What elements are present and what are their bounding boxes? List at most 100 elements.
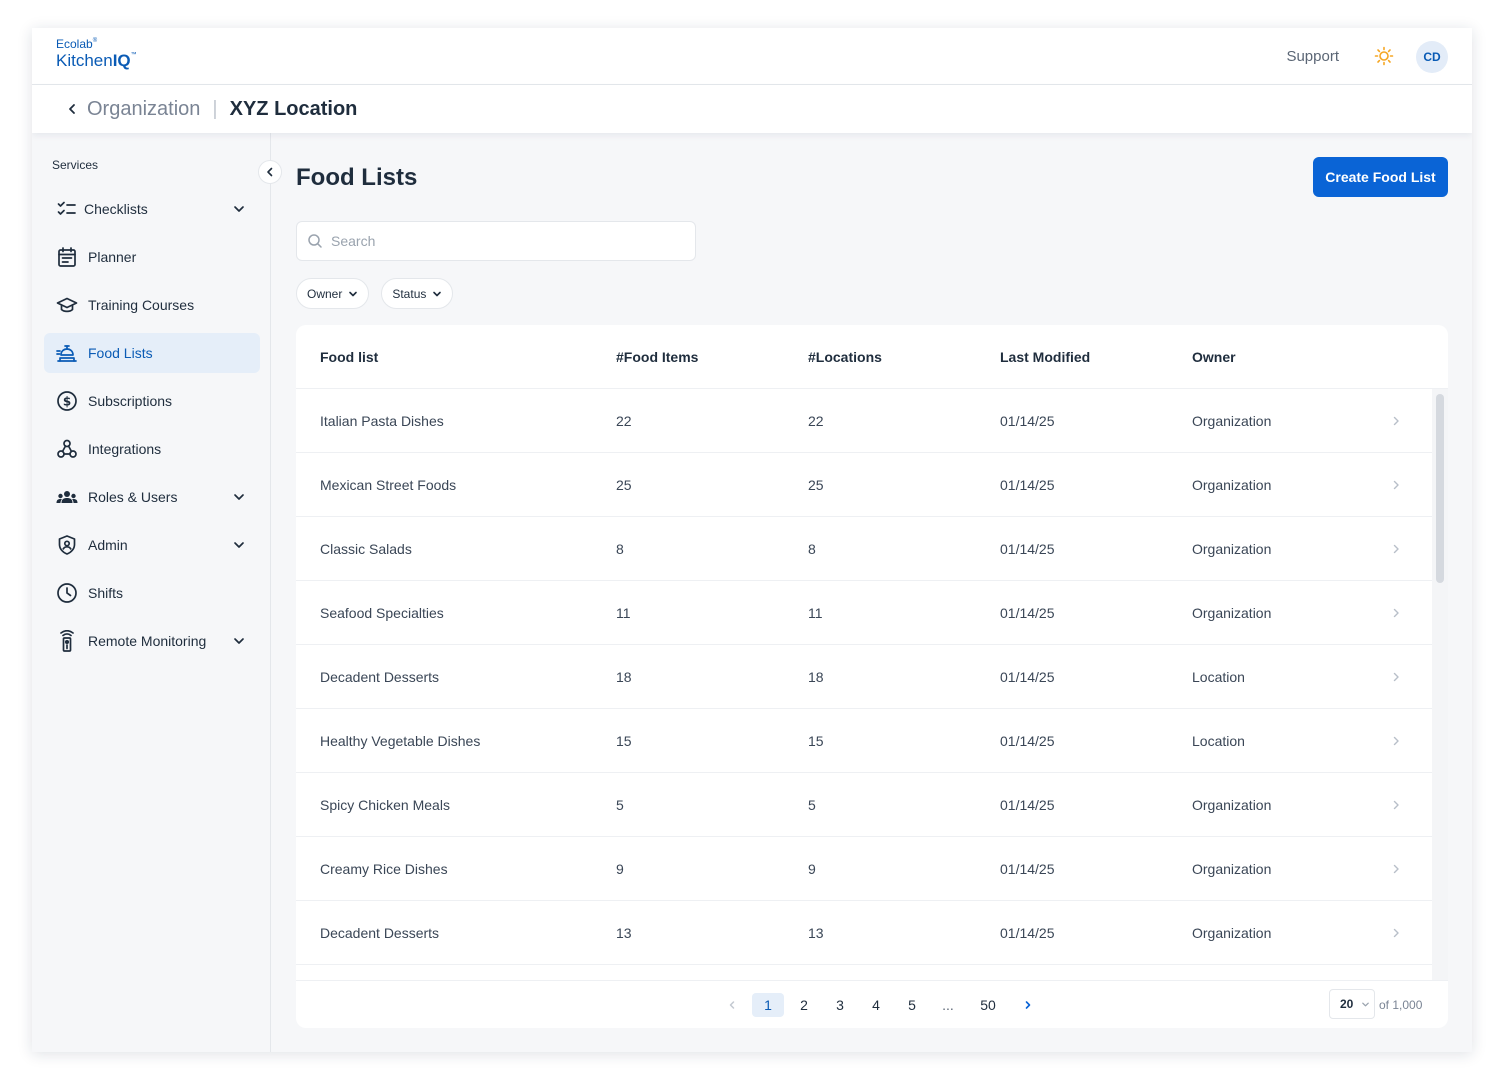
main-content: Food Lists Create Food List Owner Status… (272, 133, 1472, 1052)
page-button-2[interactable]: 2 (788, 993, 820, 1017)
breadcrumb-current: XYZ Location (229, 97, 358, 120)
sidebar-item-admin[interactable]: Admin (44, 525, 260, 565)
sidebar-item-subscriptions[interactable]: $ Subscriptions (44, 381, 260, 421)
table-row[interactable]: Healthy Vegetable Dishes 15 15 01/14/25 Loca… (296, 709, 1432, 773)
create-food-list-button[interactable]: Create Food List (1313, 157, 1448, 197)
rows-per-page-select[interactable]: 20 (1329, 989, 1375, 1019)
cell-food-items: 22 (616, 413, 632, 429)
food-lists-table: Food list #Food Items #Locations Last Mo… (296, 325, 1448, 1028)
owner-filter[interactable]: Owner (296, 278, 370, 309)
column-header-owner[interactable]: Owner (1192, 349, 1236, 365)
chevron-down-icon (234, 542, 244, 548)
cell-owner: Organization (1192, 925, 1272, 941)
cell-food-list: Mexican Street Foods (320, 477, 457, 493)
sidebar-item-checklists[interactable]: Checklists (44, 189, 260, 229)
prev-page-button[interactable] (716, 993, 748, 1017)
sidebar-nav: Checklists Planner Training Courses Food… (44, 189, 260, 669)
status-filter[interactable]: Status (381, 278, 454, 309)
table-body: Italian Pasta Dishes 22 22 01/14/25 Organiza… (296, 389, 1432, 980)
cell-locations: 22 (808, 413, 824, 429)
sidebar: Services Checklists Planner Training Cou… (32, 133, 282, 1052)
table-row[interactable]: Italian Pasta Dishes 22 22 01/14/25 Organiza… (296, 389, 1432, 453)
table-row[interactable]: Creamy Rice Dishes 9 9 01/14/25 Organization (296, 837, 1432, 901)
cell-food-items: 11 (616, 605, 631, 621)
sidebar-item-shifts[interactable]: Shifts (44, 573, 260, 613)
cell-locations: 18 (808, 669, 824, 685)
sidebar-item-label: Integrations (88, 441, 162, 457)
table-row[interactable]: Mexican Street Foods 25 25 01/14/25 Organiza… (296, 453, 1432, 517)
breadcrumb-parent[interactable]: Organization (87, 98, 200, 121)
chevron-left-icon[interactable] (65, 102, 79, 116)
chevron-right-icon[interactable] (1390, 671, 1402, 683)
svg-text:$: $ (63, 395, 71, 409)
cell-locations: 13 (808, 925, 824, 941)
app-window: Ecolab® KitchenIQ™ Support CD Organizati… (32, 28, 1472, 1052)
cell-last-modified: 01/14/25 (1000, 541, 1055, 557)
next-page-button[interactable] (1012, 993, 1044, 1017)
page-button-5[interactable]: 5 (896, 993, 928, 1017)
sidebar-item-integrations[interactable]: Integrations (44, 429, 260, 469)
sidebar-item-roles-users[interactable]: Roles & Users (44, 477, 260, 517)
table-row[interactable] (296, 965, 1432, 980)
sidebar-collapse-button[interactable] (258, 160, 282, 184)
sidebar-item-label: Checklists (84, 201, 148, 217)
graduation-cap-icon (56, 294, 78, 316)
sidebar-item-label: Planner (88, 249, 137, 265)
cell-locations: 5 (808, 797, 816, 813)
column-header-food-list[interactable]: Food list (320, 349, 378, 365)
column-header-last-modified[interactable]: Last Modified (1000, 349, 1090, 365)
cell-last-modified: 01/14/25 (1000, 797, 1055, 813)
column-header-locations[interactable]: #Locations (808, 349, 882, 365)
chevron-right-icon[interactable] (1390, 927, 1402, 939)
table-row[interactable]: Seafood Specialties 11 11 01/14/25 Organizat… (296, 581, 1432, 645)
chevron-right-icon[interactable] (1390, 607, 1402, 619)
table-row[interactable]: Classic Salads 8 8 01/14/25 Organization (296, 517, 1432, 581)
sidebar-item-training-courses[interactable]: Training Courses (44, 285, 260, 325)
chevron-down-icon (234, 638, 244, 644)
logo-brand: Ecolab® (56, 37, 98, 51)
chevron-right-icon[interactable] (1390, 479, 1402, 491)
table-scrollbar[interactable] (1432, 389, 1448, 980)
logo[interactable]: Ecolab® KitchenIQ™ (56, 38, 137, 69)
breadcrumb-separator: | (212, 97, 218, 120)
cell-food-list: Creamy Rice Dishes (320, 861, 448, 877)
clock-icon (56, 582, 78, 604)
cell-last-modified: 01/14/25 (1000, 733, 1055, 749)
sidebar-item-remote-monitoring[interactable]: Remote Monitoring (44, 621, 260, 661)
table-row[interactable]: Spicy Chicken Meals 5 5 01/14/25 Organizatio… (296, 773, 1432, 837)
page-button-50[interactable]: 50 (968, 993, 1008, 1017)
search-box[interactable] (296, 221, 696, 261)
chevron-right-icon[interactable] (1390, 735, 1402, 747)
chevron-right-icon[interactable] (1390, 863, 1402, 875)
search-input[interactable] (331, 233, 671, 249)
cell-food-list: Decadent Desserts (320, 669, 440, 685)
scrollbar-thumb[interactable] (1436, 394, 1444, 583)
cell-food-list: Decadent Desserts (320, 925, 440, 941)
table-row[interactable]: Decadent Desserts 18 18 01/14/25 Location (296, 645, 1432, 709)
page-button-1[interactable]: 1 (752, 993, 784, 1017)
chevron-left-icon (729, 1001, 735, 1009)
support-link[interactable]: Support (1286, 48, 1339, 65)
chevron-down-icon (433, 291, 442, 296)
table-footer: 1 2 3 4 5 ... 50 20 of 1,000 (296, 980, 1448, 1028)
sidebar-item-label: Food Lists (88, 345, 153, 361)
table-row[interactable]: Decadent Desserts 13 13 01/14/25 Organizatio… (296, 901, 1432, 965)
sidebar-item-food-lists[interactable]: Food Lists (44, 333, 260, 373)
avatar[interactable]: CD (1416, 41, 1448, 73)
page-button-3[interactable]: 3 (824, 993, 856, 1017)
chevron-right-icon[interactable] (1390, 543, 1402, 555)
cell-owner: Location (1192, 733, 1245, 749)
chevron-right-icon[interactable] (1390, 799, 1402, 811)
page-button-4[interactable]: 4 (860, 993, 892, 1017)
chevron-right-icon[interactable] (1390, 415, 1402, 427)
sidebar-item-planner[interactable]: Planner (44, 237, 260, 277)
cell-locations: 11 (808, 605, 823, 621)
food-tray-icon (56, 342, 78, 364)
sidebar-item-label: Subscriptions (88, 393, 173, 409)
column-header-food-items[interactable]: #Food Items (616, 349, 698, 365)
sun-icon[interactable] (1374, 46, 1394, 66)
owner-filter-label: Owner (307, 286, 343, 301)
chevron-left-icon (267, 167, 273, 177)
cell-food-items: 8 (616, 541, 624, 557)
cell-last-modified: 01/14/25 (1000, 669, 1055, 685)
